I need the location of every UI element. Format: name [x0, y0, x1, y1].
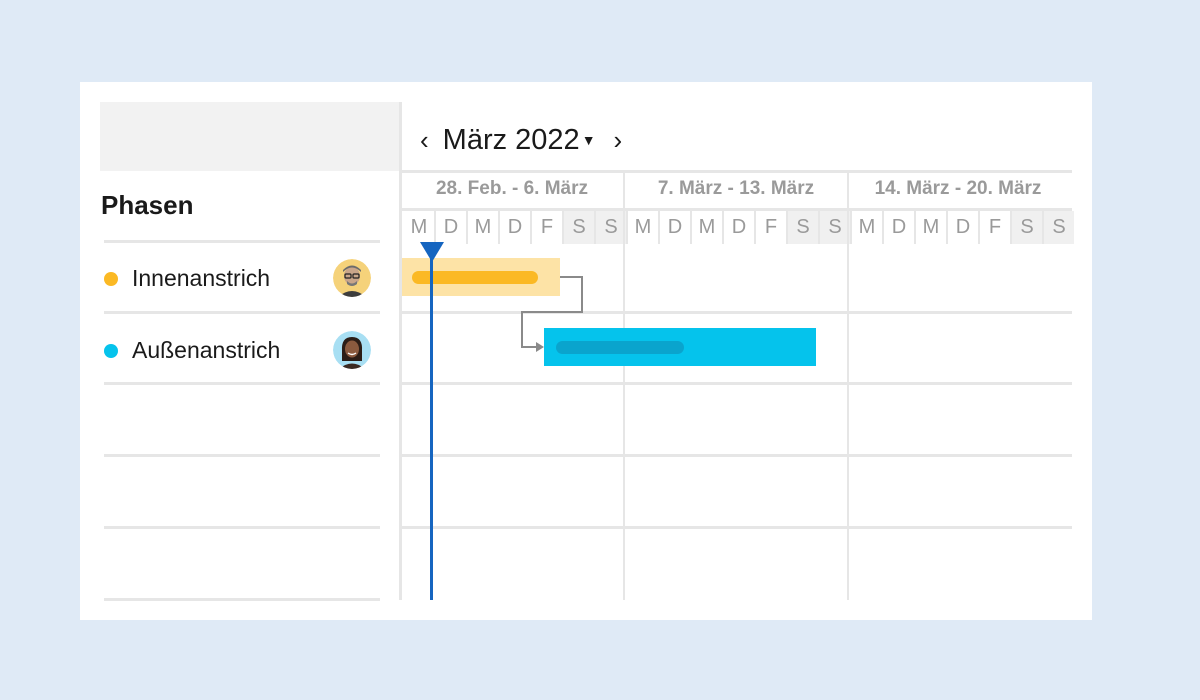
row-divider [104, 311, 380, 314]
grid-row-line [402, 311, 1072, 314]
grid-row-line [402, 454, 1072, 457]
row-divider [104, 382, 380, 385]
day-cell-weekend: S [1012, 211, 1042, 244]
grid-row-line [402, 526, 1072, 529]
week-divider [847, 172, 849, 600]
day-cell-weekend: S [596, 211, 626, 244]
gantt-card: ‹ März 2022 ▼ › Phasen Innenanstrich Auß… [80, 82, 1092, 620]
caret-down-icon[interactable]: ▼ [582, 132, 596, 148]
day-cell: M [698, 216, 716, 238]
phase-color-dot [104, 272, 118, 286]
week-label: 28. Feb. - 6. März [435, 178, 589, 199]
phase-color-dot [104, 344, 118, 358]
month-selector[interactable]: März 2022 [443, 124, 580, 157]
day-cell-weekend: S [820, 211, 850, 244]
day-cell: D [507, 216, 523, 238]
today-marker-icon[interactable] [420, 242, 444, 262]
phase-row-aussenanstrich[interactable]: Außenanstrich [100, 315, 380, 385]
phases-title: Phasen [101, 190, 194, 220]
row-divider [104, 526, 380, 529]
day-cell: D [731, 216, 747, 238]
day-cell: F [540, 216, 554, 238]
day-cell: D [891, 216, 907, 238]
row-divider [104, 454, 380, 457]
phase-name: Innenanstrich [132, 265, 271, 291]
header-divider [402, 170, 1072, 173]
day-cell: F [764, 216, 778, 238]
day-cell: F [988, 216, 1002, 238]
week-label: 14. März - 20. März [874, 178, 1042, 199]
day-cell-weekend: S [1044, 211, 1074, 244]
day-cell: M [858, 216, 876, 238]
day-cell: M [922, 216, 940, 238]
day-cell: M [474, 216, 492, 238]
avatar-woman [333, 331, 371, 369]
row-divider [104, 598, 380, 601]
day-cell: M [634, 216, 652, 238]
week-label: 7. März - 13. März [657, 178, 815, 199]
day-cell: D [443, 216, 459, 238]
month-navigation: ‹ März 2022 ▼ › [420, 120, 622, 160]
day-cell: D [667, 216, 683, 238]
phase-row-innenanstrich[interactable]: Innenanstrich [100, 243, 380, 313]
chevron-left-icon[interactable]: ‹ [420, 127, 429, 153]
day-cell-weekend: S [564, 211, 594, 244]
task-progress-aussenanstrich [556, 341, 684, 354]
week-divider [623, 172, 625, 600]
avatar-man-glasses [333, 259, 371, 297]
phase-name: Außenanstrich [132, 337, 281, 363]
day-cell-weekend: S [788, 211, 818, 244]
today-line [430, 244, 433, 600]
day-cell: M [410, 216, 428, 238]
header-corner [100, 102, 399, 171]
grid-row-line [402, 382, 1072, 385]
chevron-right-icon[interactable]: › [614, 127, 623, 153]
day-cell: D [955, 216, 971, 238]
day-header: M D M D F S S M D M D F S S M D M D F S … [402, 208, 1074, 244]
